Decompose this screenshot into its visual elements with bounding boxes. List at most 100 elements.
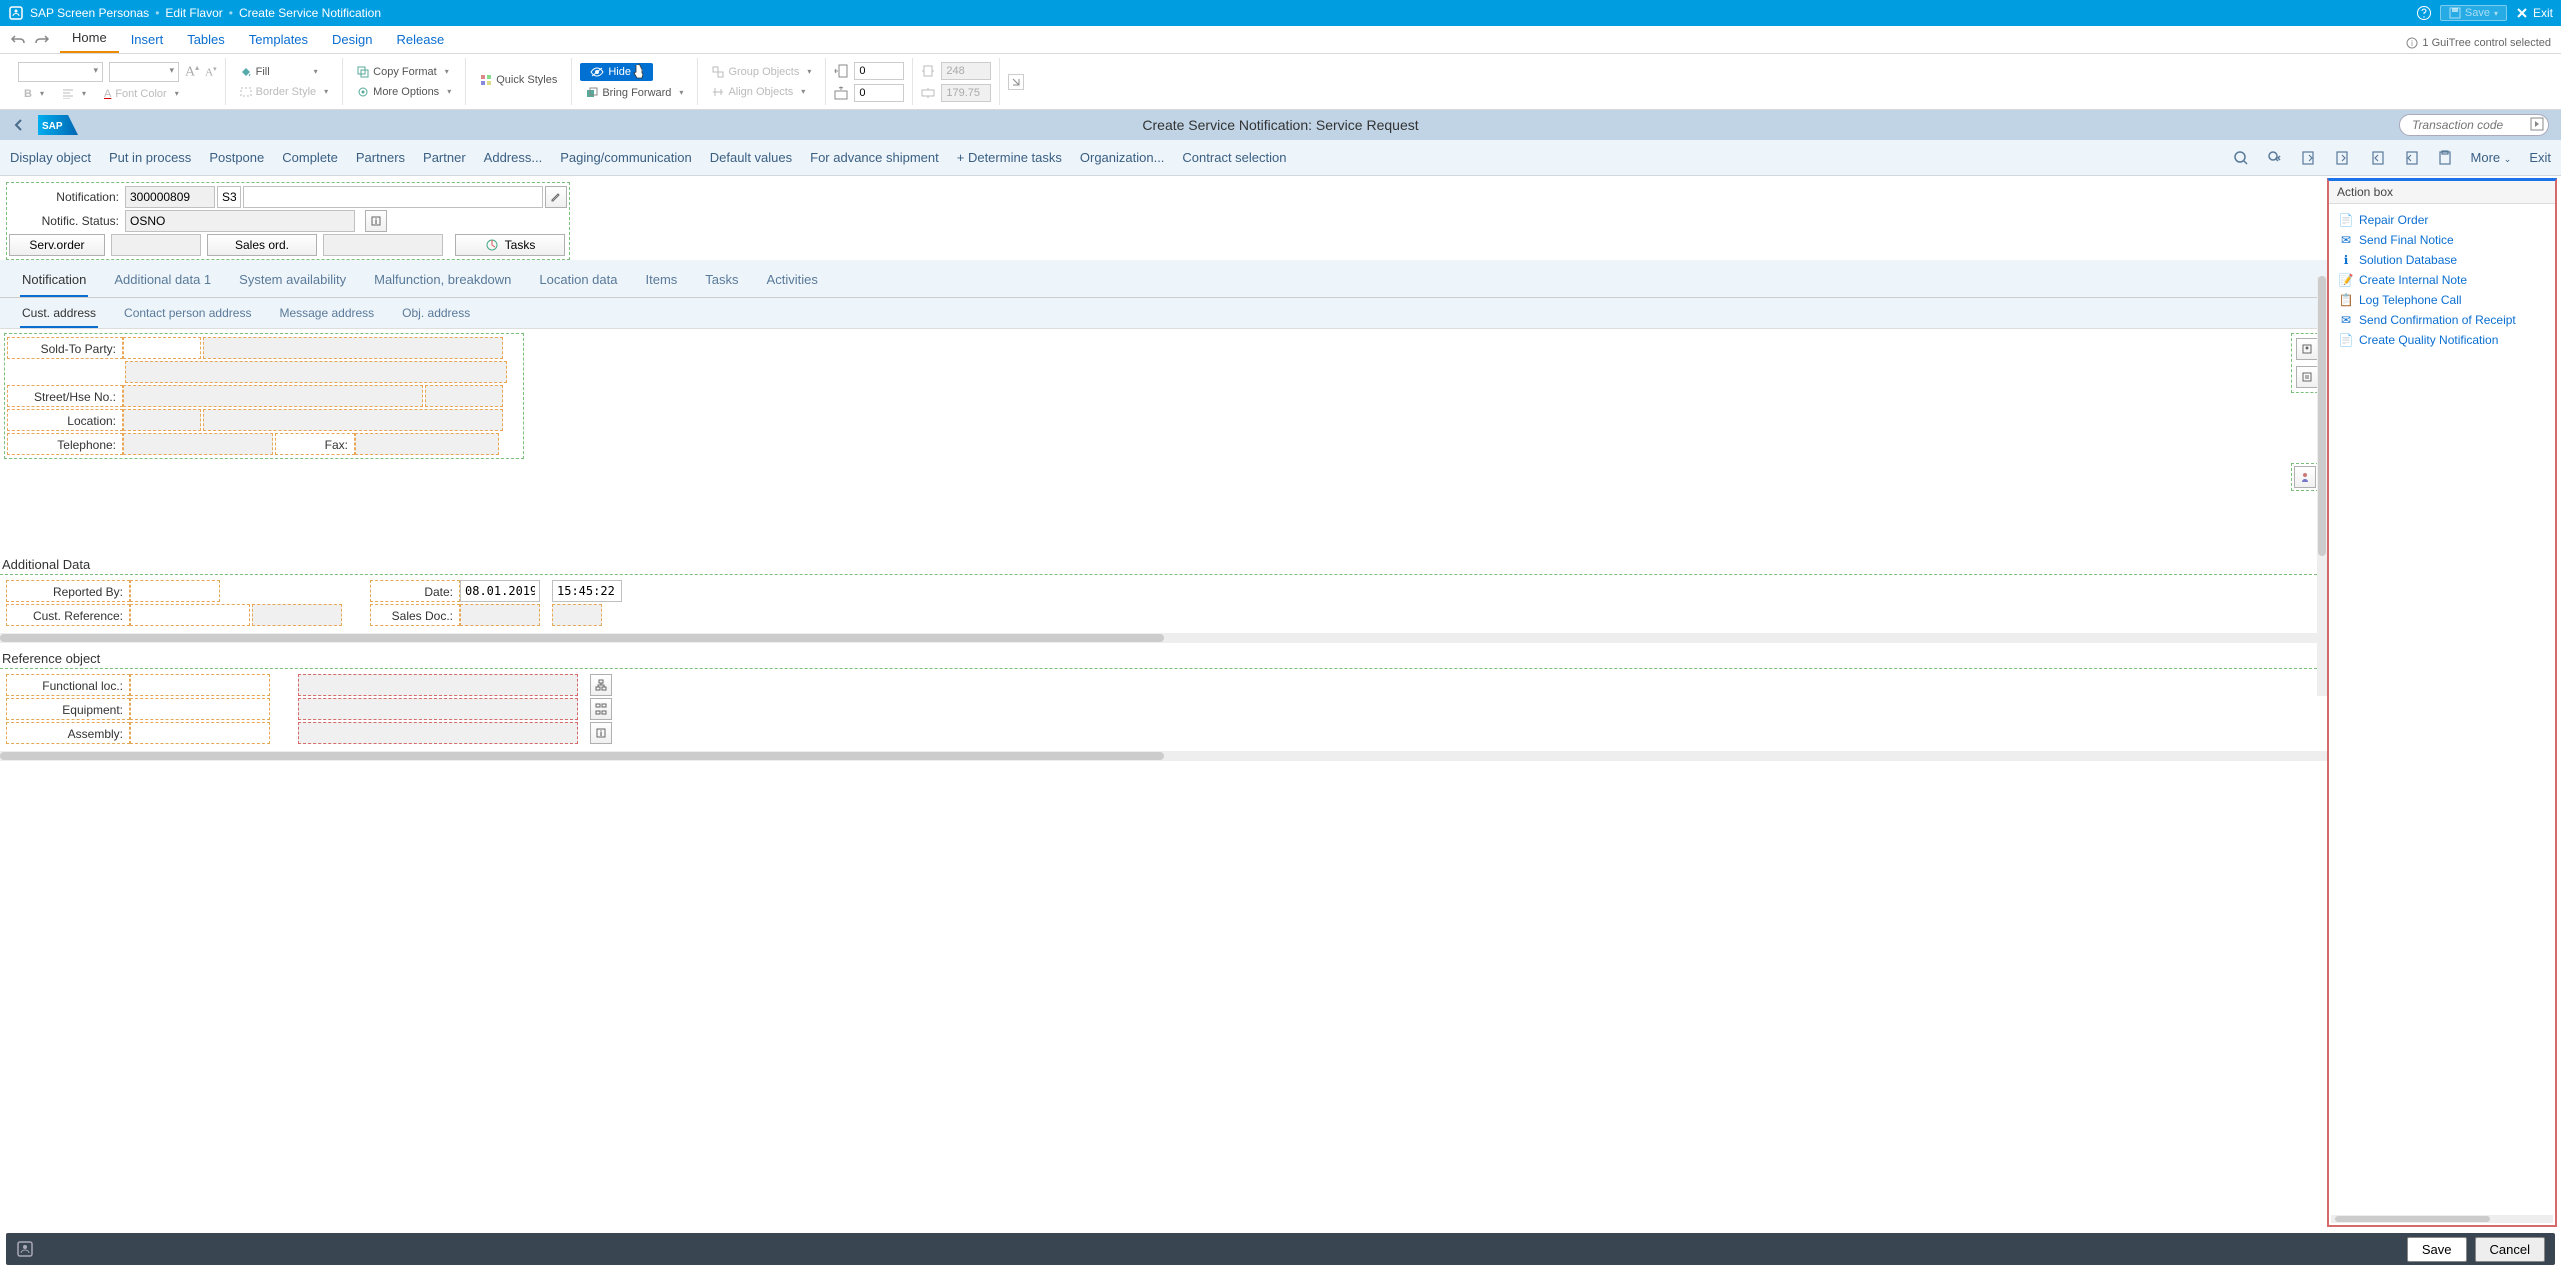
footer-cancel-button[interactable]: Cancel (2475, 1237, 2545, 1262)
horizontal-scrollbar-2[interactable] (0, 751, 2327, 761)
position-x-input[interactable] (854, 62, 904, 80)
action-determine-tasks[interactable]: + Determine tasks (957, 150, 1062, 165)
sales-ord-value[interactable] (323, 234, 443, 256)
vertical-scrollbar[interactable] (2317, 276, 2327, 696)
notification-edit-icon[interactable] (545, 186, 567, 208)
sales-doc-input2[interactable] (552, 604, 602, 626)
main-tab-location-data[interactable]: Location data (537, 268, 619, 297)
tasks-button[interactable]: Tasks (455, 234, 565, 256)
functional-loc-input[interactable] (130, 674, 270, 696)
action-advance-shipment[interactable]: For advance shipment (810, 150, 939, 165)
assembly-input[interactable] (130, 722, 270, 744)
serv-order-value[interactable] (111, 234, 201, 256)
equipment-input[interactable] (130, 698, 270, 720)
undo-icon[interactable] (10, 33, 26, 47)
person-icon[interactable] (2294, 466, 2316, 488)
cust-reference-input2[interactable] (252, 604, 342, 626)
exit-button-top[interactable]: Exit (2515, 6, 2553, 20)
quick-styles-button[interactable]: Quick Styles (474, 72, 563, 88)
tab-tables[interactable]: Tables (175, 26, 237, 53)
action-send-confirmation[interactable]: ✉Send Confirmation of Receipt (2333, 310, 2551, 330)
more-options-button[interactable]: More Options▾ (351, 84, 457, 100)
location-code-input[interactable] (123, 409, 201, 431)
functional-loc-hierarchy-icon[interactable] (590, 674, 612, 696)
action-partners[interactable]: Partners (356, 150, 405, 165)
nav-icon-2[interactable] (2335, 150, 2351, 166)
copy-format-button[interactable]: Copy Format▾ (351, 64, 455, 80)
sub-tab-obj-address[interactable]: Obj. address (400, 304, 472, 328)
sold-to-name[interactable] (203, 337, 503, 359)
street-input[interactable] (123, 385, 423, 407)
group-objects-button[interactable]: Group Objects▾ (706, 64, 817, 80)
assembly-desc[interactable] (298, 722, 578, 744)
redo-icon[interactable] (34, 33, 50, 47)
horizontal-scrollbar-1[interactable] (0, 633, 2327, 643)
action-contract-selection[interactable]: Contract selection (1182, 150, 1286, 165)
action-put-in-process[interactable]: Put in process (109, 150, 191, 165)
action-box-scrollbar[interactable] (2331, 1215, 2553, 1223)
save-button-top[interactable]: Save ▾ (2440, 5, 2507, 21)
main-tab-items[interactable]: Items (644, 268, 680, 297)
action-organization[interactable]: Organization... (1080, 150, 1165, 165)
status-info-icon[interactable]: i (365, 210, 387, 232)
action-default-values[interactable]: Default values (710, 150, 792, 165)
main-tab-system-availability[interactable]: System availability (237, 268, 348, 297)
action-complete[interactable]: Complete (282, 150, 338, 165)
sold-to-line2[interactable] (125, 361, 507, 383)
sub-tab-message-address[interactable]: Message address (277, 304, 376, 328)
tab-home[interactable]: Home (60, 24, 119, 53)
more-dropdown[interactable]: More ⌄ (2471, 150, 2512, 165)
cust-reference-input[interactable] (130, 604, 250, 626)
reported-by-input[interactable] (130, 580, 220, 602)
align-button[interactable]: ▾ (56, 87, 92, 101)
main-tab-additional-data[interactable]: Additional data 1 (112, 268, 213, 297)
action-partner[interactable]: Partner (423, 150, 466, 165)
sub-tab-contact-address[interactable]: Contact person address (122, 304, 253, 328)
action-address[interactable]: Address... (484, 150, 543, 165)
notification-type[interactable] (217, 186, 241, 208)
sold-to-input[interactable] (123, 337, 201, 359)
date-input[interactable] (460, 580, 540, 602)
font-family-dropdown[interactable] (18, 62, 103, 82)
header-icon-1[interactable] (2296, 338, 2318, 360)
house-no-input[interactable] (425, 385, 503, 407)
location-city-input[interactable] (203, 409, 503, 431)
serv-order-button[interactable]: Serv.order (9, 234, 105, 256)
transaction-go-icon[interactable] (2529, 116, 2545, 132)
border-style-button[interactable]: Border Style▾ (234, 84, 335, 100)
decrease-font-icon[interactable]: A▾ (205, 65, 216, 79)
bring-forward-button[interactable]: Bring Forward▾ (580, 85, 689, 101)
main-tab-tasks[interactable]: Tasks (703, 268, 740, 297)
aspect-lock-button[interactable] (1008, 74, 1024, 90)
action-solution-database[interactable]: ℹSolution Database (2333, 250, 2551, 270)
bold-button[interactable]: B▾ (18, 86, 50, 102)
action-paging[interactable]: Paging/communication (560, 150, 692, 165)
fill-button[interactable]: Fill▾ (234, 64, 324, 80)
transaction-code-input[interactable] (2399, 114, 2549, 136)
action-create-quality-notification[interactable]: 📄Create Quality Notification (2333, 330, 2551, 350)
help-icon[interactable] (2416, 5, 2432, 21)
main-tab-malfunction[interactable]: Malfunction, breakdown (372, 268, 513, 297)
notification-value[interactable] (125, 186, 215, 208)
main-tab-activities[interactable]: Activities (765, 268, 820, 297)
clipboard-icon[interactable] (2437, 150, 2453, 166)
nav-icon-4[interactable] (2403, 150, 2419, 166)
action-log-telephone-call[interactable]: 📋Log Telephone Call (2333, 290, 2551, 310)
nav-icon-1[interactable] (2301, 150, 2317, 166)
equipment-desc[interactable] (298, 698, 578, 720)
fax-input[interactable] (355, 433, 499, 455)
time-input[interactable] (552, 580, 622, 602)
back-icon[interactable] (12, 118, 26, 132)
footer-save-button[interactable]: Save (2407, 1237, 2467, 1262)
hide-button[interactable]: Hide ▾ (580, 63, 653, 81)
sales-doc-input[interactable] (460, 604, 540, 626)
font-color-button[interactable]: A Font Color▾ (98, 86, 185, 102)
font-size-dropdown[interactable] (109, 62, 179, 82)
align-objects-button[interactable]: Align Objects▾ (706, 84, 811, 100)
action-postpone[interactable]: Postpone (209, 150, 264, 165)
telephone-input[interactable] (123, 433, 273, 455)
action-repair-order[interactable]: 📄Repair Order (2333, 210, 2551, 230)
header-icon-2[interactable] (2296, 366, 2318, 388)
sub-tab-cust-address[interactable]: Cust. address (20, 304, 98, 328)
action-send-final-notice[interactable]: ✉Send Final Notice (2333, 230, 2551, 250)
